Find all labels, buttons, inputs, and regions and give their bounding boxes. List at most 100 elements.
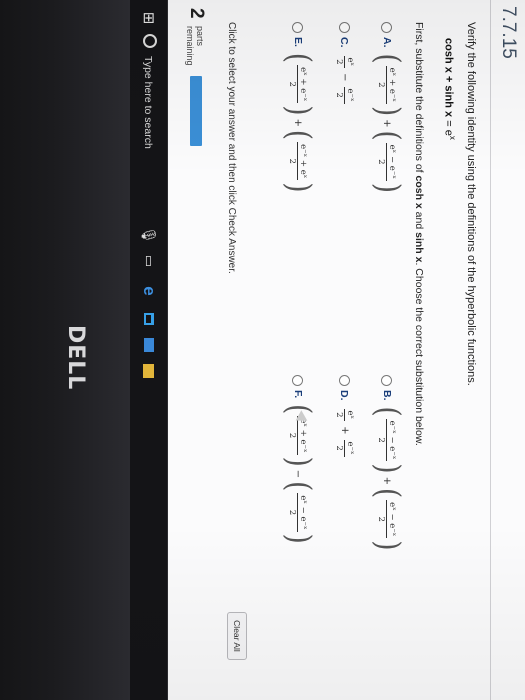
operator: + (381, 119, 393, 128)
left-paren: ( (368, 487, 406, 499)
fraction-denominator: 2 (287, 81, 298, 87)
left-paren: ( (279, 129, 317, 141)
radio-button[interactable] (381, 375, 393, 386)
option-letter: A. (381, 37, 393, 48)
parts-progress-bar (190, 76, 202, 146)
file-explorer-icon[interactable] (140, 362, 158, 380)
task-view-icon[interactable]: ▭ (140, 252, 158, 270)
fraction-denominator: 2 (287, 432, 298, 439)
radio-button[interactable] (381, 22, 393, 33)
fraction: e⁻ˣ − e⁻ˣ 2 (376, 418, 398, 462)
fraction-numerator: eˣ + e⁻ˣ (386, 65, 398, 104)
prompt-sinh: sinh x (413, 232, 425, 263)
clear-all-button[interactable]: Clear All (227, 612, 247, 660)
fraction-numerator: eˣ − e⁻ˣ (386, 142, 398, 181)
operator: + (381, 476, 393, 485)
parts-label-line1: parts (195, 26, 205, 47)
option-expression: (eˣ + e⁻ˣ 2) +(e⁻ˣ + eˣ 2) (279, 53, 317, 193)
option-d[interactable]: D. eˣ 2 + e⁻ˣ 2 (334, 375, 355, 459)
windows-logo-icon[interactable]: ⊞ (140, 10, 157, 26)
option-f[interactable]: F.(eˣ + e⁻ˣ 2) −(eˣ − e⁻ˣ 2) (279, 375, 317, 544)
option-letter: C. (338, 37, 351, 48)
right-paren: ) (368, 182, 406, 194)
right-paren: ) (368, 540, 406, 551)
edge-browser-icon[interactable]: e (140, 282, 159, 300)
fraction-numerator: e⁻ˣ − e⁻ˣ (386, 418, 398, 462)
problem-number: 7.7.15 (498, 6, 519, 59)
fraction-denominator: 2 (334, 412, 344, 418)
fraction-denominator: 2 (334, 59, 344, 65)
laptop-screen: 7.7.15 Verify the following identity usi… (130, 0, 525, 700)
search-circle-icon[interactable] (143, 34, 157, 48)
option-expression: (eˣ + e⁻ˣ 2) +(eˣ − e⁻ˣ 2) (368, 54, 406, 194)
fraction-numerator: eˣ (344, 408, 355, 422)
operator: + (292, 118, 304, 127)
parts-label: parts remaining (185, 26, 205, 66)
windows-taskbar: ⊞ Type here to search 🎙 ▭ e (130, 0, 168, 700)
fraction-denominator: 2 (287, 509, 298, 516)
taskbar-search-input[interactable]: Type here to search (142, 56, 154, 149)
laptop-bezel: DELL (0, 0, 130, 700)
fraction: eˣ − e⁻ˣ 2 (376, 142, 398, 181)
fraction-denominator: 2 (287, 158, 298, 164)
photo-rotated-container: 7.7.15 Verify the following identity usi… (0, 0, 525, 700)
prompt-part: First, substitute the definitions of (413, 22, 425, 176)
fraction: eˣ 2 (334, 408, 355, 422)
right-paren: ) (279, 105, 317, 116)
fraction: eˣ − e⁻ˣ 2 (376, 500, 398, 539)
prompt-part: and (413, 208, 425, 233)
fraction-numerator: eˣ (344, 55, 355, 69)
right-paren: ) (279, 456, 317, 467)
fraction-denominator: 2 (376, 159, 387, 165)
right-paren: ) (368, 105, 406, 117)
fraction-denominator: 2 (376, 82, 387, 88)
fraction: eˣ + e⁻ˣ 2 (376, 65, 398, 104)
left-paren: ( (368, 130, 406, 141)
operator: − (292, 469, 304, 479)
identity-lhs: cosh x + sinh x (442, 38, 455, 118)
radio-button[interactable] (292, 22, 304, 33)
right-paren: ) (279, 182, 317, 193)
left-paren: ( (279, 481, 317, 492)
fraction-denominator: 2 (334, 445, 344, 451)
fraction: e⁻ˣ 2 (334, 439, 355, 457)
microphone-icon[interactable]: 🎙 (140, 226, 158, 244)
click-instruction: Click to select your answer and then cli… (226, 22, 237, 274)
fraction: e⁻ˣ 2 (334, 86, 355, 104)
option-expression: eˣ 2 + e⁻ˣ 2 (334, 407, 355, 459)
fraction-numerator: e⁻ˣ (344, 86, 355, 104)
radio-button[interactable] (339, 22, 350, 33)
fraction-numerator: eˣ − e⁻ˣ (386, 500, 398, 539)
fraction: eˣ 2 (334, 55, 355, 69)
option-a[interactable]: A.(eˣ + e⁻ˣ 2) +(eˣ − e⁻ˣ 2) (368, 22, 406, 194)
identity-rhs: = e (442, 120, 455, 136)
option-letter: D. (338, 390, 351, 401)
option-c[interactable]: C. eˣ 2− e⁻ˣ 2 (334, 22, 355, 106)
fraction-denominator: 2 (376, 437, 387, 443)
left-paren: ( (368, 53, 406, 64)
option-letter: F. (292, 390, 304, 399)
fraction-numerator: eˣ + e⁻ˣ (297, 65, 309, 104)
fraction-numerator: e⁻ˣ (344, 439, 355, 457)
option-expression: (e⁻ˣ − e⁻ˣ 2) +(eˣ − e⁻ˣ 2) (368, 407, 406, 551)
left-paren: ( (279, 52, 317, 64)
option-expression: eˣ 2− e⁻ˣ 2 (334, 54, 355, 106)
store-icon[interactable] (140, 310, 158, 328)
operator: − (339, 73, 350, 82)
operator: + (339, 426, 350, 435)
radio-button[interactable] (292, 375, 304, 386)
option-e[interactable]: E.(eˣ + e⁻ˣ 2) +(e⁻ˣ + eˣ 2) (279, 22, 317, 193)
fraction-denominator: 2 (376, 516, 387, 522)
fraction: e⁻ˣ + eˣ 2 (287, 142, 309, 181)
option-b[interactable]: B.(e⁻ˣ − e⁻ˣ 2) +(eˣ − e⁻ˣ 2) (368, 375, 406, 551)
prompt-part: . Choose the correct substitution below. (413, 262, 425, 446)
option-letter: B. (381, 390, 393, 401)
prompt-cosh: cosh x (413, 175, 425, 209)
parts-label-line2: remaining (185, 26, 195, 66)
parts-count: 2 (186, 8, 207, 19)
radio-button[interactable] (339, 375, 350, 386)
option-letter: E. (292, 37, 304, 47)
dell-logo: DELL (63, 325, 88, 391)
fraction-numerator: eˣ − e⁻ˣ (297, 493, 309, 532)
mail-icon[interactable] (140, 336, 158, 354)
